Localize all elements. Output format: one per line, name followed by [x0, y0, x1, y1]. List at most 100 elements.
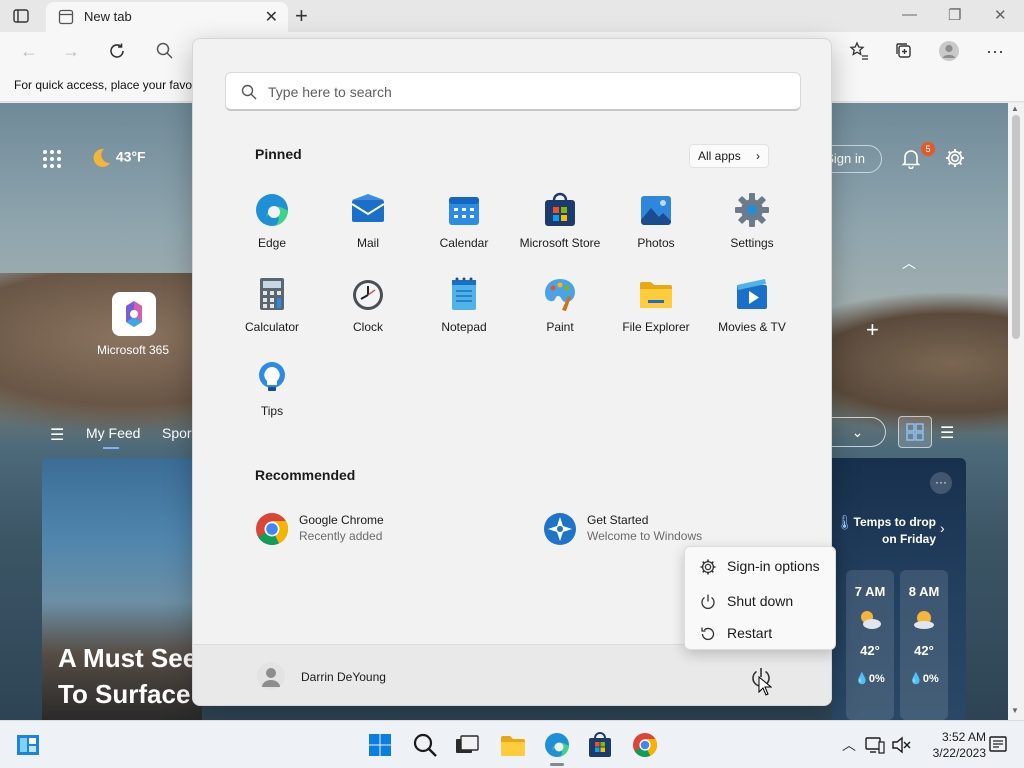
scroll-up-arrow-icon[interactable]: ▲ — [1011, 104, 1019, 113]
pinned-app-label: Edge — [257, 236, 287, 250]
close-window-button[interactable]: ✕ — [994, 6, 1007, 24]
mail-icon — [351, 194, 385, 222]
page-scrollbar[interactable]: ▲ ▼ — [1008, 103, 1024, 720]
widgets-icon[interactable] — [14, 731, 42, 759]
store-icon — [545, 192, 575, 226]
pinned-app-mail[interactable]: Mail — [320, 184, 416, 264]
collections-icon[interactable] — [893, 40, 915, 62]
clock-date: 3/22/2023 — [932, 746, 986, 760]
all-apps-button[interactable]: All apps › — [689, 144, 769, 168]
mouse-cursor-icon — [758, 676, 772, 696]
tab-new-tab[interactable]: New tab ✕ — [46, 2, 288, 32]
chrome-icon[interactable] — [631, 731, 659, 759]
recommended-item-name: Google Chrome — [299, 513, 384, 527]
minimize-button[interactable]: — — [902, 6, 917, 23]
pinned-title: Pinned — [255, 146, 302, 162]
recommended-item-google-chrome[interactable]: Google Chrome Recently added — [255, 506, 515, 550]
pinned-app-label: File Explorer — [622, 320, 690, 334]
profile-avatar-icon[interactable] — [938, 40, 960, 62]
tab-close-icon[interactable]: ✕ — [265, 7, 278, 27]
user-account-button[interactable] — [257, 662, 285, 690]
network-icon[interactable] — [864, 734, 886, 756]
feed-tab-my-feed[interactable]: My Feed — [86, 425, 140, 441]
settings-more-button[interactable]: ··· — [984, 40, 1006, 62]
forecast-temp: 42° — [860, 643, 880, 658]
scroll-down-arrow-icon[interactable]: ▼ — [1011, 706, 1019, 715]
pinned-app-calendar[interactable]: Calendar — [416, 184, 512, 264]
recommended-item-subtitle: Recently added — [299, 529, 383, 543]
clock-icon — [353, 280, 383, 310]
paint-icon — [545, 279, 575, 311]
sign-in-options-menu-item[interactable]: Sign-in options — [685, 551, 837, 581]
forecast-precip: 💧0% — [909, 673, 939, 685]
quick-link-microsoft365[interactable] — [112, 292, 156, 336]
pinned-app-edge[interactable]: Edge — [224, 184, 320, 264]
pinned-app-settings[interactable]: Settings — [704, 184, 800, 264]
forward-button[interactable]: → — [60, 40, 82, 62]
pinned-app-photos[interactable]: Photos — [608, 184, 704, 264]
collapse-chevron-up-icon[interactable]: ︿ — [902, 253, 916, 273]
start-search-input[interactable] — [268, 81, 768, 103]
pinned-app-movies-tv[interactable]: Movies & TV — [704, 268, 800, 348]
forecast-time: 7 AM — [854, 584, 886, 599]
weather-card-more-button[interactable]: ··· — [930, 472, 952, 494]
list-layout-icon[interactable]: ☰ — [940, 423, 954, 443]
feed-dropdown-chevron-icon[interactable]: ⌄ — [830, 417, 886, 447]
pinned-app-clock[interactable]: Clock — [320, 268, 416, 348]
notifications-bell-icon[interactable] — [900, 147, 922, 169]
feed-menu-icon[interactable]: ☰ — [50, 425, 64, 445]
pinned-app-label: Paint — [546, 320, 574, 334]
search-icon[interactable] — [411, 731, 439, 759]
refresh-icon[interactable] — [106, 40, 128, 62]
calculator-icon — [260, 278, 284, 310]
grid-layout-button[interactable] — [898, 416, 932, 448]
restore-button[interactable]: ❐ — [948, 6, 961, 24]
restart-menu-item[interactable]: Restart — [685, 618, 837, 648]
pinned-app-paint[interactable]: Paint — [512, 268, 608, 348]
app-launcher-icon[interactable] — [42, 149, 62, 169]
taskbar-clock[interactable]: 3:52 AM 3/22/2023 — [922, 729, 986, 761]
forecast-temp: 42° — [914, 643, 934, 658]
scrollbar-thumb[interactable] — [1012, 115, 1020, 339]
moon-icon — [93, 148, 110, 167]
pinned-app-microsoft-store[interactable]: Microsoft Store — [512, 184, 608, 264]
hourly-forecast-item: 8 AM 42° 💧0% — [900, 570, 948, 720]
notification-center-icon[interactable] — [988, 735, 1008, 755]
edge-icon[interactable] — [543, 731, 571, 759]
back-button[interactable]: ← — [18, 40, 40, 62]
tab-actions-icon[interactable] — [12, 7, 30, 25]
file-explorer-icon[interactable] — [499, 731, 527, 759]
quick-link-label: Microsoft 365 — [97, 343, 170, 357]
start-windows-icon[interactable] — [366, 731, 394, 759]
new-tab-button[interactable]: + — [295, 3, 308, 29]
microsoft365-icon — [126, 301, 142, 327]
ntp-weather[interactable]: 43°F — [90, 147, 146, 169]
feed-tab-sports[interactable]: Spor — [162, 425, 192, 441]
weather-card-chevron-right-icon[interactable]: › — [940, 520, 945, 536]
recommended-item-get-started[interactable]: Get Started Welcome to Windows — [543, 506, 803, 550]
pinned-app-label: Tips — [260, 404, 284, 418]
forecast-precip-value: 0% — [922, 673, 939, 685]
volume-muted-icon[interactable] — [890, 734, 912, 756]
shut-down-menu-item[interactable]: Shut down — [685, 586, 837, 616]
start-search-box[interactable] — [225, 72, 801, 111]
add-quick-link-plus-icon[interactable]: + — [866, 317, 879, 343]
address-search-icon[interactable] — [154, 40, 176, 62]
pinned-app-calculator[interactable]: Calculator — [224, 268, 320, 348]
page-settings-gear-icon[interactable] — [944, 147, 966, 169]
new-tab-page-icon — [58, 9, 74, 25]
photos-icon — [641, 196, 671, 225]
pinned-app-tips[interactable]: Tips — [224, 352, 320, 432]
store-icon[interactable] — [586, 731, 614, 759]
show-hidden-icons-chevron-icon[interactable]: ︿ — [842, 735, 856, 755]
partly-sunny-icon — [900, 607, 948, 633]
pinned-app-label: Settings — [730, 236, 774, 250]
pinned-app-file-explorer[interactable]: File Explorer — [608, 268, 704, 348]
pinned-app-notepad[interactable]: Notepad — [416, 268, 512, 348]
favorites-star-icon[interactable] — [848, 40, 870, 62]
pinned-app-label: Photos — [637, 236, 675, 250]
clock-time: 3:52 AM — [941, 730, 986, 744]
hero-news-card[interactable]: A Must See To Surface — [42, 458, 202, 720]
weather-card[interactable]: ··· 🌡 Temps to drop on Friday › 7 AM 42°… — [832, 458, 966, 720]
task-view-icon[interactable] — [453, 731, 481, 759]
